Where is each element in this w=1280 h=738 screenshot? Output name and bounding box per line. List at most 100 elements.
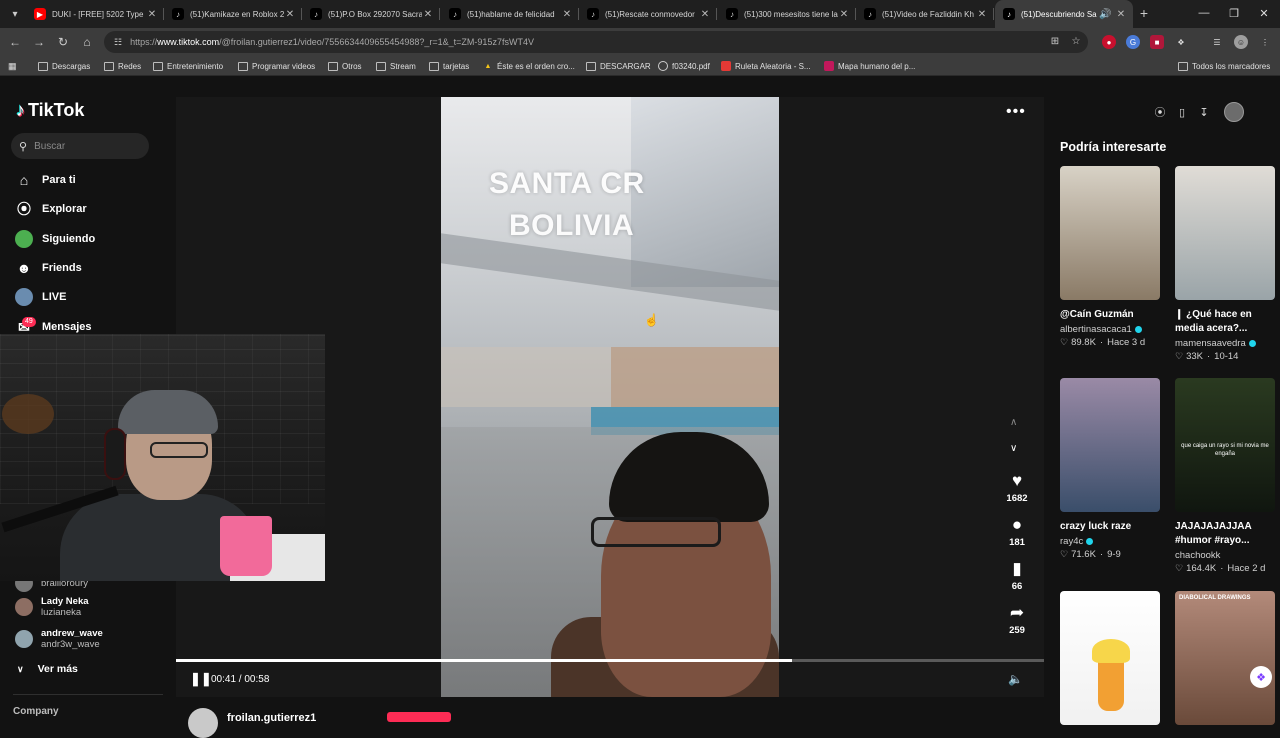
volume-icon[interactable]: 🔈 xyxy=(1008,672,1023,686)
recommendation-card[interactable] xyxy=(1060,591,1160,725)
nav-item-live[interactable]: LIVE xyxy=(15,286,66,308)
bookmark-folder[interactable]: Descargas xyxy=(38,59,90,73)
reload-icon[interactable]: ↻ xyxy=(54,33,72,51)
browser-tab[interactable]: ♪ (51)Video de Fazliddin Kh ✕ xyxy=(856,2,994,26)
nav-item-siguiendo[interactable]: Siguiendo xyxy=(15,228,95,250)
recommendation-card[interactable]: crazy luck raze ray4c ♡ 71.6K · 9-9 xyxy=(1060,378,1160,560)
back-icon[interactable]: ← xyxy=(6,33,24,51)
follow-button[interactable] xyxy=(387,712,451,722)
browser-tab[interactable]: ♪ (51)hablame de felicidad ✕ xyxy=(441,2,579,26)
coins-icon[interactable]: ⦿ xyxy=(1150,102,1170,122)
share-button[interactable]: ➦ 259 xyxy=(996,603,1038,636)
media-controls-icon[interactable]: ☰ xyxy=(1210,35,1224,49)
video-thumbnail[interactable]: que caiga un rayo si mi novia me engaña xyxy=(1175,378,1275,512)
save-button[interactable]: ▮ 66 xyxy=(996,559,1038,592)
home-icon[interactable]: ⌂ xyxy=(78,33,96,51)
bookmark-folder[interactable]: DESCARGAR xyxy=(586,59,651,73)
bookmark-link[interactable]: f03240.pdf xyxy=(658,59,710,73)
card-username[interactable]: chachookk xyxy=(1175,550,1220,561)
bookmark-folder[interactable]: Programar videos xyxy=(238,59,315,73)
close-tab-icon[interactable]: ✕ xyxy=(838,9,850,20)
nav-item-friends[interactable]: ☻ Friends xyxy=(15,257,82,279)
apps-icon[interactable]: ▦ xyxy=(8,59,17,73)
new-tab-icon[interactable]: + xyxy=(1136,5,1152,21)
browser-tab-active[interactable]: ♪ (51)Descubriendo Sa 🔊 ✕ xyxy=(995,0,1133,28)
card-title[interactable]: JAJAJAJAJJAA #humor #rayo... xyxy=(1175,520,1275,548)
recommendation-card[interactable]: que caiga un rayo si mi novia me engaña … xyxy=(1175,378,1275,574)
nav-item-para-ti[interactable]: ⌂ Para ti xyxy=(15,169,76,191)
progress-bar[interactable] xyxy=(176,659,1044,662)
bookmark-folder[interactable]: Redes xyxy=(104,59,141,73)
bookmark-folder[interactable]: Entretenimiento xyxy=(153,59,223,73)
profile-icon[interactable]: ☺ xyxy=(1234,35,1248,49)
close-window-icon[interactable]: ✕ xyxy=(1254,4,1274,22)
close-tab-icon[interactable]: ✕ xyxy=(976,9,988,20)
forward-icon[interactable]: → xyxy=(30,33,48,51)
next-video-icon[interactable]: ∨ xyxy=(1010,443,1017,454)
bookmark-star-icon[interactable]: ☆ xyxy=(1069,34,1083,48)
search-input[interactable]: ⚲ Buscar xyxy=(11,133,149,159)
address-bar[interactable]: ☷ https://www.tiktok.com/@froilan.gutier… xyxy=(104,31,1088,53)
recommendation-card[interactable]: DIABOLICAL DRAWINGS xyxy=(1175,591,1275,725)
bookmark-folder[interactable]: Stream xyxy=(376,59,416,73)
card-title[interactable]: crazy luck raze xyxy=(1060,520,1160,534)
browser-tab[interactable]: ♪ (51)300 mesesitos tiene la ✕ xyxy=(718,2,856,26)
following-account[interactable]: andrew_wave andr3w_wave xyxy=(15,628,103,650)
author-avatar[interactable] xyxy=(188,708,218,738)
following-account[interactable]: Lady Neka luzianeka xyxy=(15,596,89,618)
extension-icon[interactable]: ● xyxy=(1102,35,1116,49)
bookmark-link[interactable]: ▲ Éste es el orden cro... xyxy=(483,59,575,73)
comment-button[interactable]: ● 181 xyxy=(996,515,1038,548)
install-app-icon[interactable]: ⊞ xyxy=(1048,34,1062,48)
nav-item-explorar[interactable]: ⦿ Explorar xyxy=(15,198,87,220)
close-tab-icon[interactable]: ✕ xyxy=(146,9,158,20)
card-username[interactable]: mamensaavedra xyxy=(1175,338,1246,349)
help-icon[interactable]: ❖ xyxy=(1250,666,1272,688)
video-thumbnail[interactable] xyxy=(1060,166,1160,300)
more-menu-icon[interactable]: ⋮ xyxy=(1258,35,1272,49)
browser-tab[interactable]: ♪ (51)Kamikaze en Roblox 2 ✕ xyxy=(164,2,302,26)
bookmark-link[interactable]: Mapa humano del p... xyxy=(824,59,915,73)
video-thumbnail[interactable] xyxy=(1060,378,1160,512)
speaker-icon[interactable]: 🔊 xyxy=(1099,9,1111,20)
extensions-puzzle-icon[interactable]: ❖ xyxy=(1174,35,1188,49)
recommendation-card[interactable]: ❙ ¿Qué hace en media acera?... mamensaav… xyxy=(1175,166,1275,362)
profile-avatar[interactable] xyxy=(1224,102,1244,122)
video-thumbnail[interactable]: DIABOLICAL DRAWINGS xyxy=(1175,591,1275,725)
video-thumbnail[interactable] xyxy=(1175,166,1275,300)
browser-tab[interactable]: ♪ (51)Rescate conmovedor ✕ xyxy=(579,2,717,26)
all-bookmarks-folder[interactable]: Todos los marcadores xyxy=(1178,59,1270,73)
close-tab-icon[interactable]: ✕ xyxy=(699,9,711,20)
download-icon[interactable]: ↧ xyxy=(1194,102,1214,122)
browser-tab[interactable]: ♪ (51)P.O Box 292070 Sacra ✕ xyxy=(302,2,440,26)
like-button[interactable]: ♥ 1682 xyxy=(996,471,1038,504)
card-title[interactable]: ❙ ¿Qué hace en media acera?... xyxy=(1175,308,1275,336)
browser-tab[interactable]: ▶ DUKI - [FREE] 5202 Type B ✕ xyxy=(26,2,164,26)
see-more-button[interactable]: ∨ Ver más xyxy=(17,663,78,675)
bookmark-folder[interactable]: Otros xyxy=(328,59,362,73)
close-tab-icon[interactable]: ✕ xyxy=(1115,9,1127,20)
card-title[interactable]: @Caín Guzmán xyxy=(1060,308,1160,322)
video-frame[interactable]: SANTA CR BOLIVIA ☝ xyxy=(441,97,779,697)
author-name[interactable]: froilan.gutierrez1 xyxy=(227,712,316,724)
previous-video-icon[interactable]: ∧ xyxy=(1010,417,1017,428)
close-tab-icon[interactable]: ✕ xyxy=(422,9,434,20)
bookmark-link[interactable]: Ruleta Aleatoria - S... xyxy=(721,59,811,73)
bookmark-folder[interactable]: tarjetas xyxy=(429,59,469,73)
pause-icon[interactable]: ❚❚ xyxy=(190,671,212,687)
more-options-icon[interactable]: ••• xyxy=(1006,103,1026,121)
phone-icon[interactable]: ▯ xyxy=(1172,102,1192,122)
recommendation-card[interactable]: @Caín Guzmán albertinasacaca1 ♡ 89.8K · Hac… xyxy=(1060,166,1160,348)
restore-icon[interactable]: ❐ xyxy=(1224,4,1244,22)
card-username[interactable]: ray4c xyxy=(1060,536,1083,547)
close-tab-icon[interactable]: ✕ xyxy=(284,9,296,20)
extension-icon[interactable]: ■ xyxy=(1150,35,1164,49)
video-thumbnail[interactable] xyxy=(1060,591,1160,725)
minimize-icon[interactable]: — xyxy=(1194,4,1214,22)
tiktok-logo[interactable]: ♪ TikTok xyxy=(16,100,84,121)
card-username[interactable]: albertinasacaca1 xyxy=(1060,324,1132,335)
company-link[interactable]: Company xyxy=(13,706,59,717)
tab-search-icon[interactable]: ▾ xyxy=(6,5,24,23)
site-info-icon[interactable]: ☷ xyxy=(114,37,122,48)
translate-extension-icon[interactable]: G xyxy=(1126,35,1140,49)
